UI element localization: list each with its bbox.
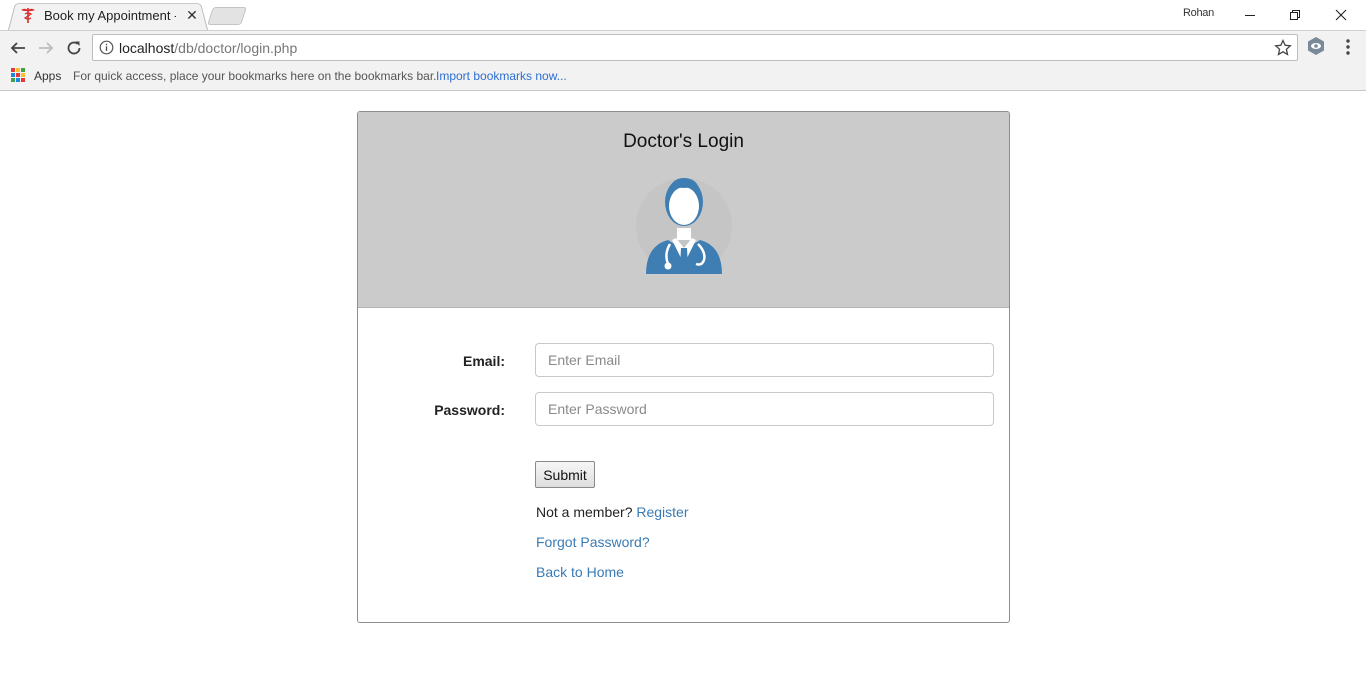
url-path: /db/doctor/login.php xyxy=(174,40,298,56)
bookmark-star-icon[interactable] xyxy=(1274,39,1292,57)
register-link[interactable]: Register xyxy=(636,504,688,520)
not-member-row: Not a member? Register xyxy=(536,504,689,520)
import-bookmarks-link[interactable]: Import bookmarks now... xyxy=(436,69,567,83)
arrow-right-icon xyxy=(39,42,54,54)
back-button[interactable] xyxy=(5,35,31,61)
close-window-button[interactable] xyxy=(1318,0,1364,29)
tab-close-icon[interactable]: ✕ xyxy=(184,7,200,23)
url-text[interactable]: localhost/db/doctor/login.php xyxy=(119,40,297,56)
profile-name[interactable]: Rohan xyxy=(1183,7,1214,19)
forward-button[interactable] xyxy=(33,35,59,61)
restore-button[interactable] xyxy=(1272,0,1318,29)
apps-link[interactable]: Apps xyxy=(34,69,61,83)
caduceus-icon xyxy=(20,7,36,23)
doctor-icon xyxy=(636,178,732,274)
reload-button[interactable] xyxy=(61,35,87,61)
apps-icon[interactable] xyxy=(11,68,25,82)
email-input[interactable] xyxy=(535,343,994,377)
submit-button[interactable]: Submit xyxy=(535,461,595,488)
minimize-icon xyxy=(1245,14,1255,16)
login-card-header: Doctor's Login xyxy=(358,112,1009,308)
close-icon xyxy=(1335,9,1347,20)
reload-icon xyxy=(67,41,81,55)
arrow-left-icon xyxy=(10,42,25,54)
bookmarks-hint: For quick access, place your bookmarks h… xyxy=(73,69,437,83)
more-options-icon[interactable] xyxy=(1340,37,1356,57)
extension-icon[interactable] xyxy=(1306,36,1326,56)
browser-toolbar: localhost/db/doctor/login.php xyxy=(0,30,1366,63)
email-label: Email: xyxy=(462,353,505,369)
browser-titlebar: Book my Appointment - ✕ Rohan xyxy=(0,0,1366,31)
not-member-text: Not a member? xyxy=(536,504,633,520)
address-bar[interactable]: localhost/db/doctor/login.php xyxy=(92,34,1298,61)
new-tab-button[interactable] xyxy=(207,7,247,25)
forgot-password-link[interactable]: Forgot Password? xyxy=(536,534,650,550)
minimize-button[interactable] xyxy=(1227,0,1273,29)
back-to-home-link[interactable]: Back to Home xyxy=(536,564,624,580)
bookmarks-bar: Apps For quick access, place your bookma… xyxy=(0,63,1366,91)
restore-icon xyxy=(1290,9,1300,20)
login-card: Doctor's Login Email: Password: Submit N… xyxy=(357,111,1010,623)
password-input[interactable] xyxy=(535,392,994,426)
page-title: Doctor's Login xyxy=(623,131,744,152)
tab-title: Book my Appointment - xyxy=(44,7,176,23)
browser-tab-content[interactable]: Book my Appointment - ✕ xyxy=(20,4,200,26)
url-host: localhost xyxy=(119,40,175,56)
password-label: Password: xyxy=(434,402,505,418)
info-icon[interactable] xyxy=(99,40,114,55)
